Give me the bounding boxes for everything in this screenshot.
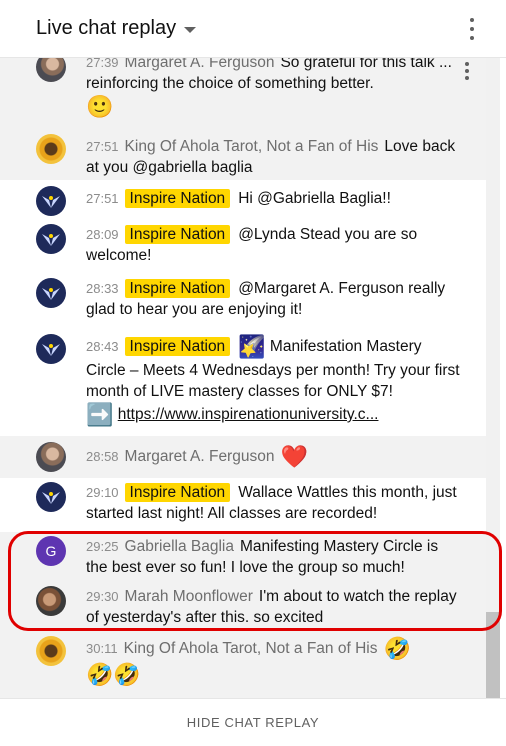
chat-feed[interactable]: 27:39 Margaret A. Ferguson So grateful for…	[0, 58, 506, 698]
avatar	[36, 636, 66, 666]
owner-badge[interactable]: Inspire Nation	[124, 225, 231, 244]
right-arrow-icon: ➡️	[86, 402, 114, 427]
author-name[interactable]: Marah Moonflower	[125, 588, 253, 605]
author-name[interactable]: Margaret A. Ferguson	[125, 448, 275, 465]
avatar: G	[36, 536, 66, 566]
timestamp: 29:30	[86, 589, 119, 604]
message-link[interactable]: https://www.inspirenationuniversity.c...	[118, 406, 379, 423]
chat-message: 28:58 Margaret A. Ferguson ❤️	[0, 436, 490, 478]
header-title: Live chat replay	[36, 17, 177, 39]
chat-message: 27:39 Margaret A. Ferguson So grateful for…	[0, 58, 490, 130]
slightly-smiling-face-icon: 🙂	[86, 94, 114, 119]
timestamp: 27:51	[86, 191, 119, 206]
owner-badge[interactable]: Inspire Nation	[124, 337, 231, 357]
chat-message: 27:51 King Of Ahola Tarot, Not a Fan of H…	[0, 130, 490, 180]
avatar	[36, 224, 66, 254]
avatar	[36, 186, 66, 216]
chat-message: 28:09 Inspire Nation @Lynda Stead you are …	[0, 224, 490, 270]
author-name[interactable]: King Of Ahola Tarot, Not a Fan of His	[124, 640, 378, 657]
dropdown-caret-icon[interactable]	[184, 26, 197, 33]
avatar	[36, 278, 66, 308]
message-text: Hi @Gabriella Baglia!!	[238, 190, 391, 207]
avatar	[36, 134, 66, 164]
author-name[interactable]: King Of Ahola Tarot, Not a Fan of His	[125, 138, 379, 155]
avatar	[36, 58, 66, 82]
avatar	[36, 442, 66, 472]
scrollbar-track[interactable]	[486, 58, 500, 698]
message-menu-icon[interactable]	[464, 62, 470, 80]
chat-message: 27:51 Inspire Nation Hi @Gabriella Baglia!…	[0, 186, 490, 216]
owner-badge[interactable]: Inspire Nation	[124, 279, 231, 298]
chat-header: Live chat replay	[0, 0, 506, 58]
timestamp: 28:58	[86, 449, 119, 465]
timestamp: 28:09	[86, 227, 119, 242]
owner-badge[interactable]: Inspire Nation	[124, 189, 231, 208]
chat-message: G 29:25 Gabriella Baglia Manifesting Maste…	[0, 532, 490, 582]
avatar	[36, 482, 66, 512]
chat-message: 29:30 Marah Moonflower I'm about to watch …	[0, 582, 490, 636]
footer-label: HIDE CHAT REPLAY	[186, 715, 320, 730]
owner-badge[interactable]: Inspire Nation	[124, 483, 231, 502]
timestamp: 29:25	[86, 539, 119, 554]
author-name[interactable]: Margaret A. Ferguson	[125, 58, 275, 71]
rolling-laughing-icon: 🤣🤣	[86, 662, 141, 687]
rolling-laughing-icon: 🤣	[383, 636, 411, 661]
timestamp: 30:11	[86, 641, 118, 657]
author-name[interactable]: Gabriella Baglia	[125, 538, 234, 555]
scrollbar-thumb[interactable]	[486, 612, 500, 698]
more-options-icon[interactable]	[468, 18, 476, 40]
hide-chat-replay-button[interactable]: HIDE CHAT REPLAY	[0, 698, 506, 746]
chat-message: 30:11 King Of Ahola Tarot, Not a Fan of H…	[0, 636, 490, 698]
chat-message: 28:43 Inspire Nation 🌠 Manifestation Maste…	[0, 334, 490, 434]
avatar	[36, 586, 66, 616]
shooting-star-icon: 🌠	[238, 334, 266, 359]
avatar	[36, 334, 66, 364]
red-heart-icon: ❤️	[280, 444, 308, 469]
timestamp: 28:43	[86, 339, 119, 355]
timestamp: 27:39	[86, 58, 119, 70]
chat-message: 29:10 Inspire Nation Wallace Wattles this …	[0, 482, 490, 528]
timestamp: 29:10	[86, 485, 119, 500]
timestamp: 28:33	[86, 281, 119, 296]
timestamp: 27:51	[86, 139, 119, 154]
chat-message: 28:33 Inspire Nation @Margaret A. Ferguson…	[0, 278, 490, 324]
